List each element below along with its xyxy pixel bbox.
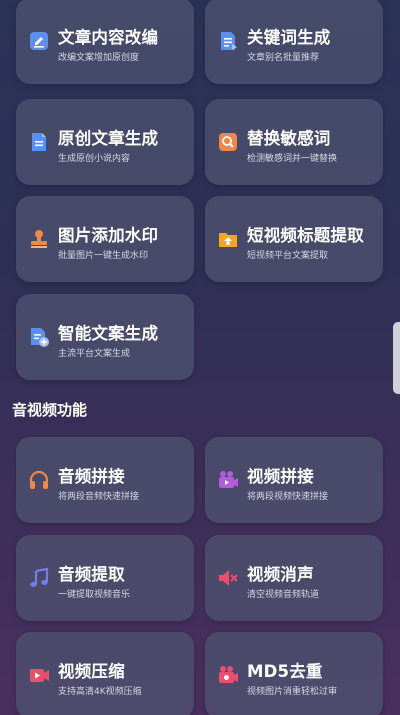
card-subtitle: 文章别名批量推荐: [247, 53, 320, 63]
card-smart-copywriting[interactable]: 智能文案生成 主流平台文案生成: [16, 294, 194, 380]
card-subtitle: 主流平台文案生成: [58, 349, 131, 359]
card-audio-join[interactable]: 音频拼接 将两段音频快速拼接: [16, 437, 194, 523]
headphones-icon: [28, 469, 50, 491]
document-add-icon: [28, 326, 50, 348]
speaker-mute-icon: [217, 567, 239, 589]
music-note-icon: [28, 567, 50, 589]
search-icon: [217, 131, 239, 153]
card-title: 音频拼接: [58, 467, 125, 486]
document-list-icon: [217, 30, 239, 52]
card-title: 替换敏感词: [247, 129, 331, 148]
edit-document-icon: [28, 30, 50, 52]
video-camera-icon: [217, 469, 239, 491]
film-camera-icon: [217, 664, 239, 686]
document-lines-icon: [28, 131, 50, 153]
card-subtitle: 改编文案增加原创度: [58, 53, 140, 63]
card-title: 视频消声: [247, 565, 314, 584]
card-subtitle: 清空视频音频轨道: [247, 590, 320, 600]
card-subtitle: 短视频平台文案提取: [247, 251, 329, 261]
card-title: 视频压缩: [58, 662, 125, 681]
folder-upload-icon: [217, 228, 239, 250]
stamp-icon: [28, 228, 50, 250]
card-title: 原创文章生成: [58, 129, 159, 148]
card-title: 音频提取: [58, 565, 125, 584]
card-subtitle: 将两段视频快速拼接: [247, 492, 329, 502]
card-title: MD5去重: [247, 662, 323, 681]
card-subtitle: 将两段音频快速拼接: [58, 492, 140, 502]
card-title: 文章内容改编: [58, 28, 159, 47]
card-article-rewrite[interactable]: 文章内容改编 改编文案增加原创度: [16, 0, 194, 84]
card-video-compress[interactable]: 视频压缩 支持高清4K视频压缩: [16, 632, 194, 715]
card-short-video-title[interactable]: 短视频标题提取 短视频平台文案提取: [205, 196, 383, 282]
card-subtitle: 视频图片消重轻松过审: [247, 687, 338, 697]
card-keyword-generation[interactable]: 关键词生成 文章别名批量推荐: [205, 0, 383, 84]
card-subtitle: 生成原创小说内容: [58, 154, 131, 164]
card-replace-sensitive[interactable]: 替换敏感词 检测敏感词并一键替换: [205, 99, 383, 185]
card-image-watermark[interactable]: 图片添加水印 批量图片一键生成水印: [16, 196, 194, 282]
video-play-icon: [28, 664, 50, 686]
section-title-av: 音视频功能: [12, 401, 88, 419]
card-audio-extract[interactable]: 音频提取 一键提取视频音乐: [16, 535, 194, 621]
card-video-join[interactable]: 视频拼接 将两段视频快速拼接: [205, 437, 383, 523]
card-title: 图片添加水印: [58, 226, 159, 245]
card-video-mute[interactable]: 视频消声 清空视频音频轨道: [205, 535, 383, 621]
card-md5-dedupe[interactable]: MD5去重 视频图片消重轻松过审: [205, 632, 383, 715]
card-title: 关键词生成: [247, 28, 331, 47]
card-title: 短视频标题提取: [247, 226, 364, 245]
card-subtitle: 检测敏感词并一键替换: [247, 154, 338, 164]
card-original-article[interactable]: 原创文章生成 生成原创小说内容: [16, 99, 194, 185]
card-subtitle: 批量图片一键生成水印: [58, 251, 149, 261]
card-subtitle: 一键提取视频音乐: [58, 590, 131, 600]
card-title: 视频拼接: [247, 467, 314, 486]
card-subtitle: 支持高清4K视频压缩: [58, 687, 142, 697]
edge-scroll-handle[interactable]: [393, 322, 400, 394]
card-title: 智能文案生成: [58, 324, 159, 343]
